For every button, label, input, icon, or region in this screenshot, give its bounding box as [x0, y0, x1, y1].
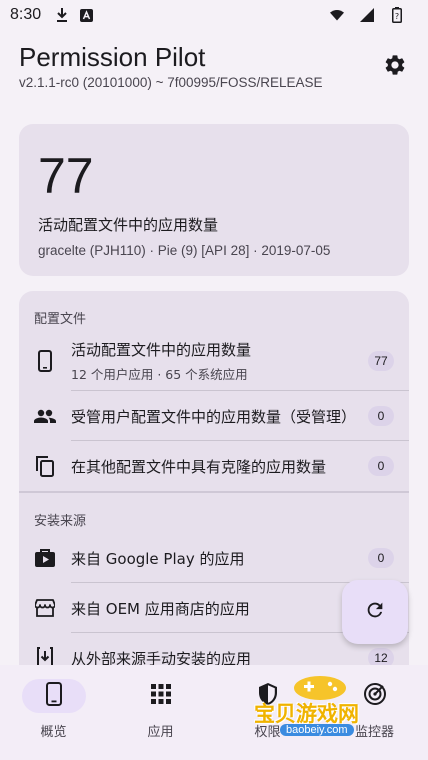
nav-label: 监控器: [354, 725, 394, 740]
phone-icon: [45, 682, 62, 710]
app-header: Permission Pilot v2.1.1-rc0 (20101000) ~…: [19, 40, 359, 92]
gear-icon: [383, 53, 407, 81]
device-info: gracelte (PJH110) · Pie (9) [API 28] · 2…: [38, 243, 331, 258]
nav-pill: [236, 679, 300, 713]
wifi-icon: [330, 8, 344, 22]
list-item-google-play-apps[interactable]: 来自 Google Play 的应用 0: [19, 533, 409, 583]
list-item-active-profile-apps[interactable]: 活动配置文件中的应用数量 12 个用户应用 · 65 个系统应用 77: [19, 331, 409, 391]
nav-pill: [343, 679, 407, 713]
list-item-subtitle: 12 个用户应用 · 65 个系统应用: [71, 367, 248, 382]
people-icon: [34, 405, 56, 427]
summary-label: 活动配置文件中的应用数量: [38, 216, 219, 234]
nav-label: 权限: [254, 725, 281, 740]
refresh-button[interactable]: [342, 580, 408, 644]
list-item-title: 来自 Google Play 的应用: [71, 549, 245, 568]
nav-label: 应用: [147, 725, 174, 740]
list-item-cloned-apps[interactable]: 在其他配置文件中具有克隆的应用数量 0: [19, 441, 409, 491]
section-header-profiles: 配置文件: [34, 312, 87, 327]
download-icon: [55, 8, 69, 22]
app-title: Permission Pilot: [19, 42, 206, 72]
bottom-navigation: 概览 应用 权限 监控器: [0, 665, 428, 760]
signal-icon: [360, 8, 374, 22]
count-badge: 0: [368, 456, 394, 476]
battery-icon: ?: [390, 7, 404, 23]
nav-label: 概览: [40, 725, 67, 740]
summary-app-count: 77: [38, 148, 94, 204]
count-badge: 0: [368, 406, 394, 426]
app-version: v2.1.1-rc0 (20101000) ~ 7f00995/FOSS/REL…: [19, 75, 323, 90]
nav-item-permissions[interactable]: 权限: [214, 665, 321, 760]
nav-item-monitor[interactable]: 监控器: [321, 665, 428, 760]
status-bar: 8:30 ?: [0, 0, 428, 30]
nav-item-apps[interactable]: 应用: [107, 665, 214, 760]
list-item-title: 活动配置文件中的应用数量: [71, 341, 252, 359]
settings-button[interactable]: [380, 52, 410, 82]
grid-icon: [150, 683, 172, 709]
nav-pill: [129, 679, 193, 713]
clone-icon: [34, 455, 56, 477]
radar-icon: [363, 682, 387, 710]
section-header-install-sources: 安装来源: [34, 514, 87, 529]
shield-icon: [258, 682, 278, 710]
nav-item-overview[interactable]: 概览: [0, 665, 107, 760]
list-item-managed-profile-apps[interactable]: 受管用户配置文件中的应用数量（受管理） 0: [19, 391, 409, 441]
nav-indicator: [21, 679, 86, 713]
list-item-title: 受管用户配置文件中的应用数量（受管理）: [71, 407, 356, 426]
store-icon: [34, 597, 56, 619]
count-badge: 77: [368, 351, 394, 371]
count-badge: 0: [368, 548, 394, 568]
phone-icon: [34, 350, 56, 372]
status-time: 8:30: [10, 6, 42, 23]
refresh-icon: [364, 599, 386, 625]
overview-list-card: 配置文件 活动配置文件中的应用数量 12 个用户应用 · 65 个系统应用 77…: [19, 291, 409, 711]
app-notification-icon: [79, 8, 93, 22]
summary-card[interactable]: 77 活动配置文件中的应用数量 gracelte (PJH110) · Pie …: [19, 124, 409, 276]
list-item-title: 在其他配置文件中具有克隆的应用数量: [71, 457, 327, 476]
play-store-icon: [34, 547, 56, 569]
svg-text:?: ?: [395, 12, 399, 21]
